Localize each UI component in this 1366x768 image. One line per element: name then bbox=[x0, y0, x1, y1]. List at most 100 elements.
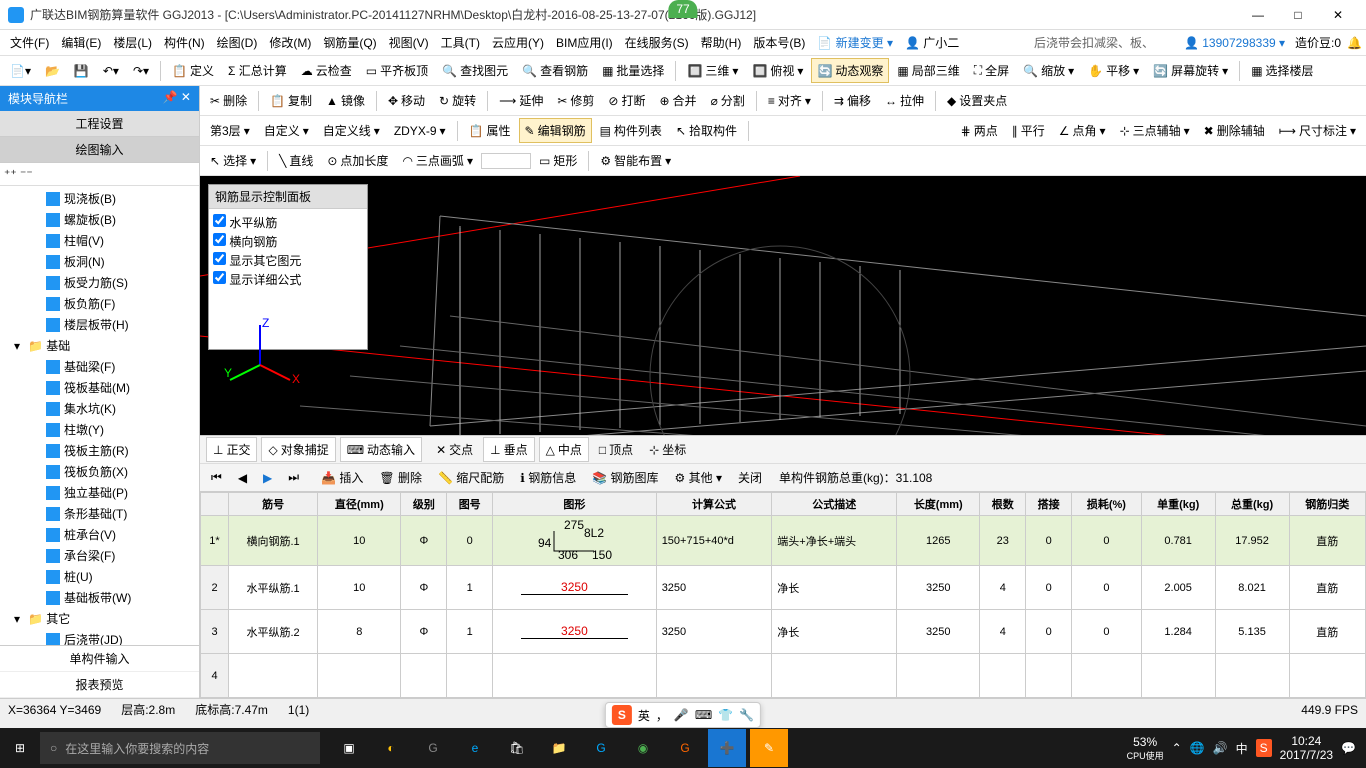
rotate-button[interactable]: ↻ 旋转 bbox=[433, 88, 482, 113]
maximize-button[interactable]: □ bbox=[1278, 8, 1318, 22]
menu-modify[interactable]: 修改(M) bbox=[263, 30, 317, 55]
line-button[interactable]: ╲ 直线 bbox=[273, 148, 319, 173]
top-snap[interactable]: □ 顶点 bbox=[593, 438, 639, 461]
two-point-button[interactable]: ⋕ 两点 bbox=[955, 118, 1004, 143]
tree-item[interactable]: 承台梁(F) bbox=[0, 545, 199, 566]
arc-button[interactable]: ◠ 三点画弧 ▾ bbox=[396, 148, 479, 173]
taskbar-explorer[interactable]: 📁 bbox=[540, 729, 578, 767]
delete-button[interactable]: ✂ 删除 bbox=[204, 88, 253, 113]
tree-item[interactable]: 条形基础(T) bbox=[0, 503, 199, 524]
taskbar-app-2[interactable]: ◐ bbox=[372, 729, 410, 767]
new-change-button[interactable]: 📄 新建变更 ▾ bbox=[811, 30, 899, 55]
column-header[interactable]: 损耗(%) bbox=[1072, 493, 1142, 516]
column-header[interactable]: 单重(kg) bbox=[1141, 493, 1215, 516]
tree-item[interactable]: 筏板主筋(R) bbox=[0, 440, 199, 461]
select-button[interactable]: ↖ 选择 ▾ bbox=[204, 148, 262, 173]
tree-item[interactable]: 板负筋(F) bbox=[0, 293, 199, 314]
trim-button[interactable]: ✂ 修剪 bbox=[551, 88, 600, 113]
dimension-button[interactable]: ⟼ 尺寸标注 ▾ bbox=[1273, 118, 1362, 143]
fullscreen-button[interactable]: ⛶ 全屏 bbox=[968, 58, 1015, 83]
point-angle-button[interactable]: ∠ 点角 ▾ bbox=[1053, 118, 1112, 143]
local3d-button[interactable]: ▦ 局部三维 bbox=[891, 58, 965, 83]
minimize-button[interactable]: — bbox=[1238, 8, 1278, 22]
tree-item[interactable]: 后浇带(JD) bbox=[0, 629, 199, 645]
column-header[interactable]: 图号 bbox=[447, 493, 493, 516]
tray-clock[interactable]: 10:242017/7/23 bbox=[1280, 734, 1333, 762]
menu-help[interactable]: 帮助(H) bbox=[695, 30, 748, 55]
ortho-button[interactable]: ⊥ 正交 bbox=[206, 437, 257, 462]
tree-group[interactable]: ▾📁 基础 bbox=[0, 335, 199, 356]
undo-icon[interactable]: ↶▾ bbox=[97, 60, 125, 82]
taskbar-app-8[interactable]: ✎ bbox=[750, 729, 788, 767]
column-header[interactable]: 根数 bbox=[980, 493, 1026, 516]
osnap-button[interactable]: ◇ 对象捕捉 bbox=[261, 437, 335, 462]
tree-item[interactable]: 柱墩(Y) bbox=[0, 419, 199, 440]
new-icon[interactable]: 📄▾ bbox=[4, 60, 37, 82]
point-length-button[interactable]: ⊙ 点加长度 bbox=[321, 148, 394, 173]
prev-icon[interactable]: ◀ bbox=[233, 469, 252, 487]
tree-item[interactable]: 板洞(N) bbox=[0, 251, 199, 272]
subcat-select[interactable]: 自定义线 ▾ bbox=[317, 118, 386, 143]
parallel-button[interactable]: ∥ 平行 bbox=[1006, 118, 1051, 143]
taskbar-search[interactable]: ○ 在这里输入你要搜索的内容 bbox=[40, 732, 320, 764]
smart-button[interactable]: ⚙ 智能布置 ▾ bbox=[594, 148, 677, 173]
tree-group[interactable]: ▾📁 其它 bbox=[0, 608, 199, 629]
ime-settings-icon[interactable]: 🔧 bbox=[739, 708, 754, 722]
define-button[interactable]: 📋 定义 bbox=[166, 58, 220, 83]
column-header[interactable]: 级别 bbox=[401, 493, 447, 516]
zoom-button[interactable]: 🔍 缩放 ▾ bbox=[1017, 58, 1080, 83]
taskbar-app-7[interactable]: ➕ bbox=[708, 729, 746, 767]
taskbar-app-6[interactable]: G bbox=[666, 729, 704, 767]
expand-icon[interactable]: ⁺⁺ bbox=[4, 167, 17, 181]
sidebar-pin-icon[interactable]: 📌 ✕ bbox=[163, 90, 191, 107]
taskbar-edge[interactable]: e bbox=[456, 729, 494, 767]
taskbar-app-3[interactable]: G bbox=[414, 729, 452, 767]
panel-checkbox[interactable]: 显示详细公式 bbox=[213, 270, 363, 289]
three-axis-button[interactable]: ⊹ 三点辅轴 ▾ bbox=[1114, 118, 1196, 143]
dyn-input-button[interactable]: ⌨ 动态输入 bbox=[340, 437, 422, 462]
menu-component[interactable]: 构件(N) bbox=[158, 30, 211, 55]
rebar-lib-button[interactable]: 📚 钢筋图库 bbox=[587, 467, 663, 488]
offset-button[interactable]: ⇉ 偏移 bbox=[828, 88, 877, 113]
cpu-meter[interactable]: 53%CPU使用 bbox=[1127, 735, 1164, 762]
start-button[interactable]: ⊞ bbox=[0, 741, 40, 755]
move-button[interactable]: ✥ 移动 bbox=[382, 88, 431, 113]
tray-sogou-icon[interactable]: S bbox=[1256, 739, 1272, 757]
dynamic-view-button[interactable]: 🔄 动态观察 bbox=[811, 58, 889, 83]
tray-volume-icon[interactable]: 🔊 bbox=[1213, 741, 1228, 755]
find-button[interactable]: 🔍 查找图元 bbox=[436, 58, 514, 83]
table-row[interactable]: 1*横向钢筋.110Φ02758L294306150150+715+40*d端头… bbox=[201, 516, 1366, 566]
extend-button[interactable]: ⟶ 延伸 bbox=[493, 88, 549, 113]
tree-item[interactable]: 现浇板(B) bbox=[0, 188, 199, 209]
delete-axis-button[interactable]: ✖ 删除辅轴 bbox=[1198, 118, 1271, 143]
setpoint-button[interactable]: ◆ 设置夹点 bbox=[941, 88, 1013, 113]
table-row[interactable]: 3水平纵筋.28Φ132503250净长32504001.2845.135直筋 bbox=[201, 610, 1366, 654]
tab-single-component[interactable]: 单构件输入 bbox=[0, 646, 199, 672]
ime-comma-icon[interactable]: ， bbox=[656, 707, 668, 724]
menu-tools[interactable]: 工具(T) bbox=[435, 30, 486, 55]
mirror-button[interactable]: ▲ 镜像 bbox=[320, 88, 371, 113]
delete-row-button[interactable]: 🗑 删除 bbox=[374, 467, 427, 488]
panel-checkbox[interactable]: 横向钢筋 bbox=[213, 232, 363, 251]
close-panel-button[interactable]: 关闭 bbox=[733, 467, 767, 488]
table-row[interactable]: 2水平纵筋.110Φ132503250净长32504002.0058.021直筋 bbox=[201, 566, 1366, 610]
taskbar-store[interactable]: 🛍 bbox=[498, 729, 536, 767]
edit-rebar-button[interactable]: ✎ 编辑钢筋 bbox=[519, 118, 592, 143]
tray-up-icon[interactable]: ⌃ bbox=[1172, 741, 1182, 755]
column-header[interactable]: 筋号 bbox=[229, 493, 318, 516]
menu-floor[interactable]: 楼层(L) bbox=[107, 30, 158, 55]
cross-snap[interactable]: ✕ 交点 bbox=[430, 438, 479, 461]
tray-network-icon[interactable]: 🌐 bbox=[1190, 741, 1205, 755]
batch-button[interactable]: ▦ 批量选择 bbox=[596, 58, 670, 83]
tree-item[interactable]: 柱帽(V) bbox=[0, 230, 199, 251]
tab-project-settings[interactable]: 工程设置 bbox=[0, 111, 199, 137]
break-button[interactable]: ⊘ 打断 bbox=[602, 88, 651, 113]
tab-report-preview[interactable]: 报表预览 bbox=[0, 672, 199, 698]
tree-item[interactable]: 基础梁(F) bbox=[0, 356, 199, 377]
tree-item[interactable]: 基础板带(W) bbox=[0, 587, 199, 608]
last-icon[interactable]: ⏭ bbox=[283, 468, 304, 487]
floor-select[interactable]: 第3层 ▾ bbox=[204, 118, 256, 143]
taskbar-app-4[interactable]: G bbox=[582, 729, 620, 767]
split-button[interactable]: ⌀ 分割 bbox=[705, 88, 751, 113]
column-header[interactable]: 搭接 bbox=[1026, 493, 1072, 516]
